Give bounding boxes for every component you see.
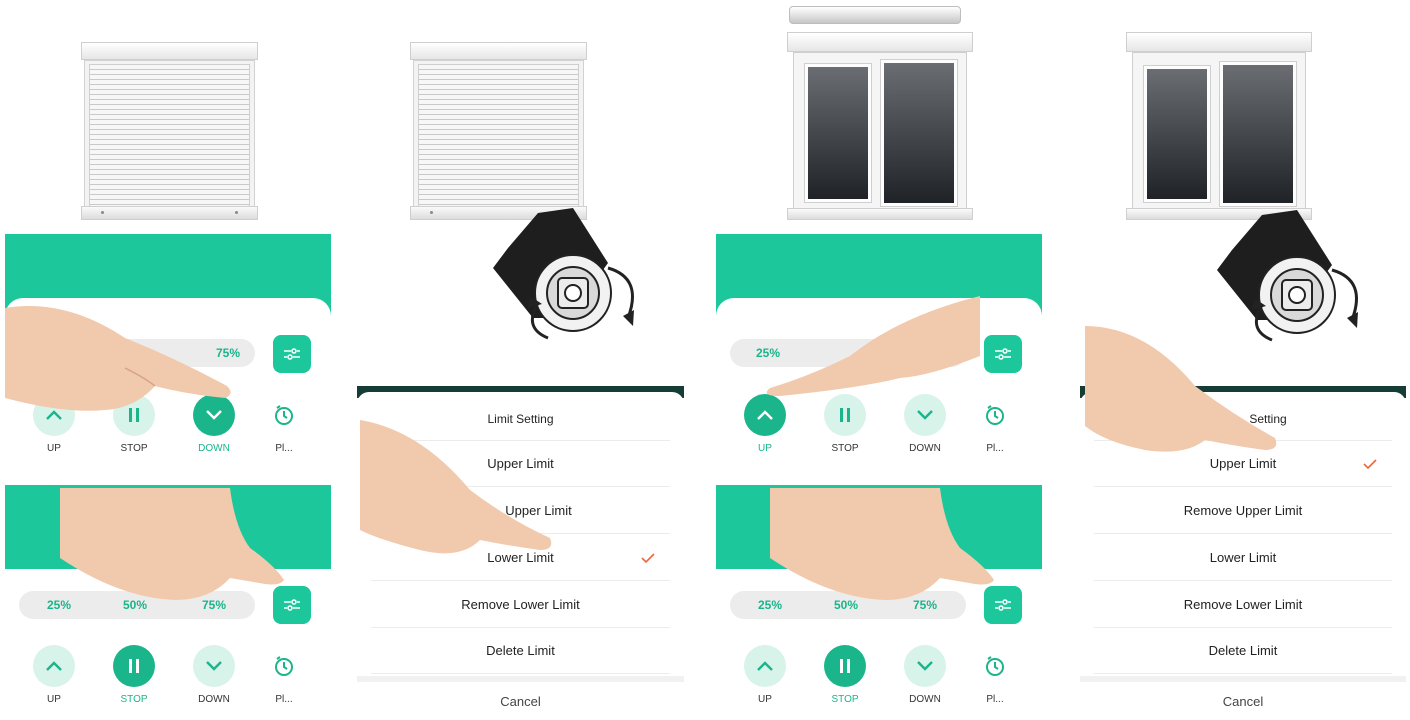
up-label: UP: [758, 694, 772, 705]
stop-button[interactable]: STOP: [104, 645, 164, 705]
option-remove-lower-limit[interactable]: Remove Lower Limit: [1094, 582, 1392, 628]
chevron-up-icon: [46, 661, 62, 671]
option-delete-limit[interactable]: Delete Limit: [371, 628, 670, 674]
settings-button[interactable]: [984, 335, 1022, 373]
pointing-hand-illustration: [766, 296, 980, 396]
up-label: UP: [47, 694, 61, 705]
sliders-icon: [995, 348, 1011, 360]
pointing-hand-illustration: [360, 420, 552, 554]
clock-icon: [986, 656, 1004, 676]
stop-label: STOP: [831, 443, 859, 454]
down-button[interactable]: DOWN: [895, 645, 955, 705]
plan-label: Pl...: [275, 443, 293, 454]
chevron-up-icon: [757, 661, 773, 671]
plan-label: Pl...: [275, 694, 293, 705]
stop-label: STOP: [120, 443, 148, 454]
sliders-icon: [284, 348, 300, 360]
chevron-down-icon: [206, 661, 222, 671]
up-button[interactable]: UP: [24, 645, 84, 705]
check-icon: [641, 552, 655, 563]
option-delete-limit[interactable]: Delete Limit: [1094, 628, 1392, 674]
pointing-hand-illustration: [60, 488, 284, 600]
pointing-hand-illustration: [5, 306, 231, 411]
stop-label: STOP: [120, 694, 148, 705]
cancel-button[interactable]: Cancel: [357, 676, 684, 720]
tubular-motor-illustration: [1217, 210, 1358, 342]
plan-button[interactable]: Pl...: [254, 645, 314, 705]
plan-label: Pl...: [986, 694, 1004, 705]
pointing-hand-illustration: [770, 488, 994, 600]
plan-button[interactable]: Pl...: [965, 645, 1025, 705]
option-remove-upper-limit[interactable]: Remove Upper Limit: [1094, 488, 1392, 534]
option-lower-limit[interactable]: Lower Limit: [1094, 535, 1392, 581]
closed-shutter-illustration: [410, 42, 587, 220]
option-remove-lower-limit[interactable]: Remove Lower Limit: [371, 582, 670, 628]
pointing-hand-illustration: [1085, 326, 1277, 452]
down-label: DOWN: [198, 443, 230, 454]
open-window-illustration: [787, 6, 973, 220]
closed-shutter-illustration: [81, 42, 258, 220]
chevron-down-icon: [917, 661, 933, 671]
pause-icon: [840, 659, 850, 673]
pause-icon: [129, 659, 139, 673]
up-button[interactable]: UP: [735, 645, 795, 705]
stop-button[interactable]: STOP: [815, 645, 875, 705]
tubular-motor-illustration: [493, 208, 634, 340]
plan-label: Pl...: [986, 443, 1004, 454]
down-label: DOWN: [909, 443, 941, 454]
clock-icon: [275, 656, 293, 676]
settings-button[interactable]: [273, 335, 311, 373]
down-label: DOWN: [198, 694, 230, 705]
stop-label: STOP: [831, 694, 859, 705]
check-icon: [1363, 458, 1377, 469]
down-button[interactable]: DOWN: [184, 645, 244, 705]
up-label: UP: [758, 443, 772, 454]
cancel-button[interactable]: Cancel: [1080, 676, 1406, 720]
plan-button[interactable]: Pl...: [254, 394, 314, 454]
clock-icon: [275, 405, 293, 425]
clock-icon: [986, 405, 1004, 425]
down-label: DOWN: [909, 694, 941, 705]
up-label: UP: [47, 443, 61, 454]
open-window-illustration: [1126, 32, 1312, 220]
